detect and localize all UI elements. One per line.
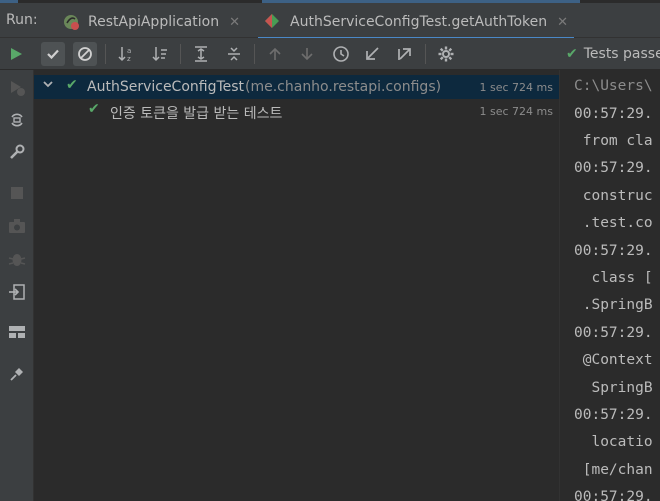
- test-duration: 1 sec 724 ms: [479, 105, 553, 118]
- pin-icon[interactable]: [5, 362, 29, 386]
- expand-all-icon[interactable]: [189, 42, 213, 66]
- test-status: ✔ Tests passe: [566, 46, 660, 62]
- close-icon[interactable]: ✕: [229, 15, 240, 30]
- passed-check-icon: ✔: [66, 77, 78, 93]
- layout-icon[interactable]: [5, 320, 29, 344]
- wrench-icon[interactable]: [5, 140, 29, 164]
- tab-label: AuthServiceConfigTest.getAuthToken: [290, 14, 548, 30]
- test-results-tree: ✔ AuthServiceConfigTest (me.chanho.resta…: [34, 70, 560, 501]
- test-suite-row[interactable]: ✔ AuthServiceConfigTest (me.chanho.resta…: [34, 75, 559, 99]
- tab-label: RestApiApplication: [88, 14, 220, 30]
- collapse-all-icon[interactable]: [222, 42, 246, 66]
- test-history-icon[interactable]: [329, 42, 353, 66]
- rerun-failed-icon[interactable]: [5, 76, 29, 100]
- console-line: 00:57:29.: [574, 106, 653, 122]
- console-line: .SpringB: [574, 297, 653, 313]
- test-runner-toolbar: az ✔ Tests passe: [0, 38, 660, 70]
- console-line: [me/chan: [574, 462, 653, 478]
- close-icon[interactable]: ✕: [557, 15, 568, 30]
- import-tests-icon[interactable]: [360, 42, 384, 66]
- scroll-indicator: [0, 0, 660, 3]
- suite-duration: 1 sec 724 ms: [479, 81, 553, 94]
- next-failed-test-icon[interactable]: [295, 42, 319, 66]
- svg-text:z: z: [127, 55, 131, 63]
- passed-check-icon: ✔: [88, 101, 100, 117]
- sort-alphabetically-icon[interactable]: az: [114, 42, 138, 66]
- tab-auth-service-config-test[interactable]: AuthServiceConfigTest.getAuthToken ✕: [258, 8, 575, 40]
- settings-gear-icon[interactable]: [434, 42, 458, 66]
- show-ignored-icon[interactable]: [73, 42, 97, 66]
- console-line: from cla: [574, 133, 653, 149]
- camera-icon[interactable]: [5, 214, 29, 238]
- bug-icon[interactable]: [5, 247, 29, 271]
- run-tool-sidebar: [0, 70, 34, 501]
- toggle-auto-test-icon[interactable]: [5, 108, 29, 132]
- chevron-down-icon[interactable]: [42, 77, 54, 95]
- console-line: 00:57:29.: [574, 407, 653, 423]
- console-line: 00:57:29.: [574, 325, 653, 341]
- console-line: 00:57:29.: [574, 489, 653, 501]
- console-line: construc: [574, 188, 653, 204]
- test-status-text: Tests passe: [583, 46, 660, 62]
- rerun-icon[interactable]: [4, 42, 28, 66]
- console-line: @Context: [574, 352, 653, 368]
- export-tests-icon[interactable]: [393, 42, 417, 66]
- suite-name: AuthServiceConfigTest: [87, 79, 245, 95]
- console-line: 00:57:29.: [574, 243, 653, 259]
- exit-icon[interactable]: [5, 280, 29, 304]
- console-line: locatio: [574, 434, 653, 450]
- console-line: .test.co: [574, 215, 653, 231]
- test-case-row[interactable]: ✔ 인증 토큰을 발급 받는 테스트 1 sec 724 ms: [34, 99, 559, 123]
- test-name: 인증 토큰을 발급 받는 테스트: [110, 106, 283, 122]
- console-line: 00:57:29.: [574, 160, 653, 176]
- console-line: SpringB: [574, 380, 653, 396]
- tab-rest-api-application[interactable]: RestApiApplication ✕: [62, 8, 240, 36]
- test-diamond-icon: [264, 13, 282, 31]
- previous-failed-test-icon[interactable]: [263, 42, 287, 66]
- spring-boot-icon: [62, 13, 80, 31]
- show-passed-icon[interactable]: [41, 42, 65, 66]
- check-icon: ✔: [566, 46, 578, 62]
- suite-package: (me.chanho.restapi.configs): [245, 79, 442, 95]
- run-label: Run:: [6, 12, 38, 28]
- console-line: class [: [574, 270, 653, 286]
- console-line: C:\Users\: [574, 78, 653, 94]
- stop-icon[interactable]: [5, 181, 29, 205]
- svg-text:a: a: [127, 47, 131, 55]
- console-output[interactable]: C:\Users\ 00:57:29. from cla 00:57:29. c…: [561, 70, 660, 501]
- run-tab-bar: Run: RestApiApplication ✕ AuthServiceCon…: [0, 0, 660, 40]
- sort-by-duration-icon[interactable]: [148, 42, 172, 66]
